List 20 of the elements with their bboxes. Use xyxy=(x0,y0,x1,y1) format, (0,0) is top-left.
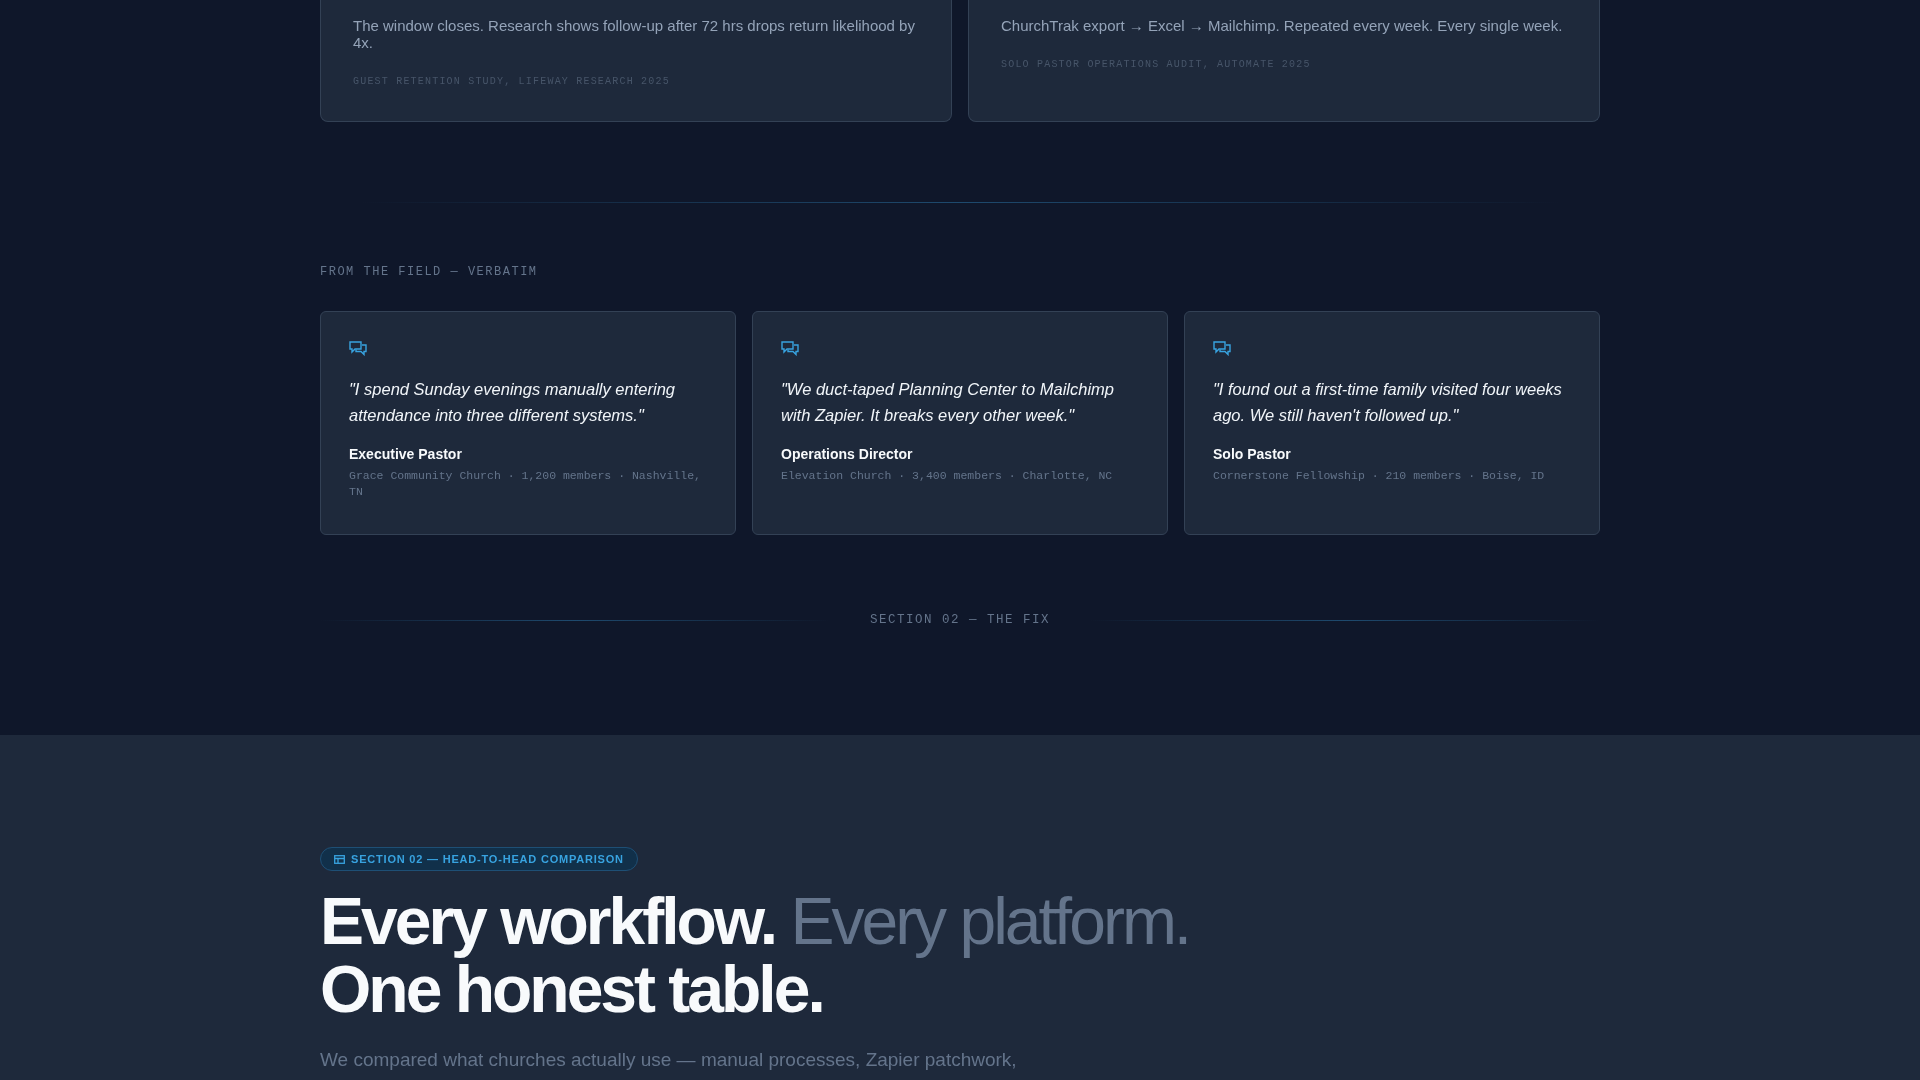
section-divider-label: SECTION 02 — THE FIX xyxy=(870,613,1050,627)
chat-bubbles-icon xyxy=(349,340,367,356)
quote-author-role: Executive Pastor xyxy=(349,446,463,462)
card-description: The window closes. Research shows follow-up after 72 hrs drops return likelihood by 4x. xyxy=(353,17,916,51)
badge-text: SECTION 02 — HEAD-TO-HEAD COMPARISON xyxy=(351,853,624,865)
quote-author-meta: Grace Community Church · 1,200 members · Nashville, TN xyxy=(349,468,702,500)
headline: Every workflow. Every platform. One honest table. xyxy=(320,887,1191,1023)
quote-text: "We duct-taped Planning Center to Mailchimp with Zapier. It breaks every other week." xyxy=(781,379,1115,426)
chat-bubbles-icon xyxy=(781,340,799,356)
quote-author-role: Operations Director xyxy=(781,446,914,462)
quote-text: "I spend Sunday evenings manually entering attendance into three different systems." xyxy=(349,379,676,426)
quote-author-meta: Elevation Church · 3,400 members · Charlotte, NC xyxy=(781,468,1114,484)
intro-paragraph: We compared what churches actually use — manual processes, Zapier patchwork, xyxy=(320,1049,1018,1071)
card-description: ChurchTrak export → Excel → Mailchimp. Repeated every week. Every single week. xyxy=(1001,17,1564,34)
section-label: FROM THE FIELD — VERBATIM xyxy=(320,265,539,279)
chat-bubbles-icon xyxy=(1213,340,1231,356)
quote-author-meta: Cornerstone Fellowship · 210 members · Boise, ID xyxy=(1213,468,1546,484)
quote-text: "I found out a first-time family visited four weeks ago. We still haven't followed up." xyxy=(1213,379,1563,426)
table-icon xyxy=(334,854,345,864)
quote-author-role: Solo Pastor xyxy=(1213,446,1292,462)
